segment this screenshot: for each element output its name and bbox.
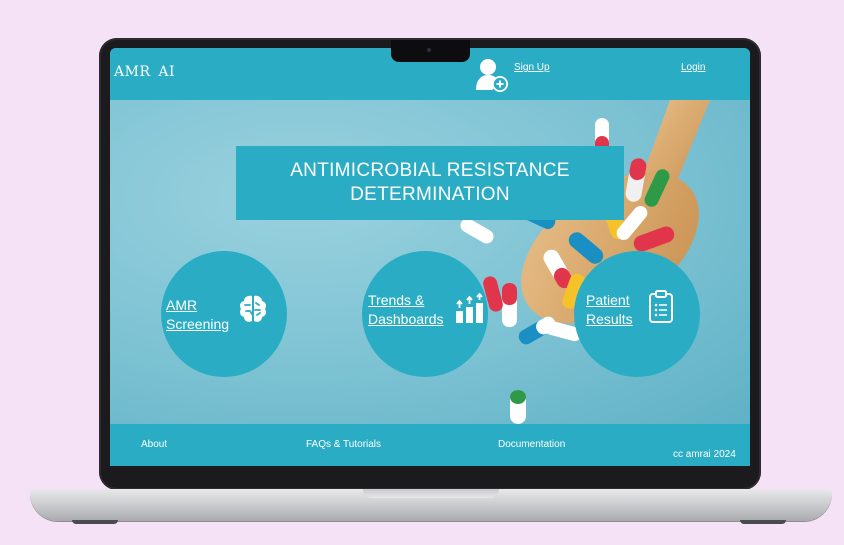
amr-screening-button[interactable]: AMR Screening — [161, 251, 287, 377]
trends-dashboards-label[interactable]: Trends & Dashboards — [368, 291, 444, 329]
brain-icon — [240, 295, 266, 322]
camera-icon — [427, 48, 431, 52]
site-logo[interactable]: AMR AI — [114, 64, 175, 80]
login-link[interactable]: Login — [681, 62, 705, 73]
screen: AMR AI Sign Up Login ANTIMICROBIAL RESIS… — [110, 48, 750, 466]
camera-notch — [391, 40, 470, 62]
trends-dashboards-label-line1: Trends & — [368, 292, 425, 308]
patient-results-button[interactable]: Patient Results — [574, 251, 700, 377]
trends-dashboards-button[interactable]: Trends & Dashboards — [362, 251, 488, 377]
bar-chart-icon — [456, 293, 483, 323]
copyright-text: cc amrai 2024 — [673, 449, 736, 460]
amr-screening-label-line1: AMR — [166, 297, 198, 313]
patient-results-label[interactable]: Patient Results — [586, 291, 633, 329]
patient-results-label-line1: Patient — [586, 292, 630, 308]
documentation-link[interactable]: Documentation — [498, 439, 565, 450]
laptop-base-notch — [363, 489, 499, 498]
patient-results-label-line2: Results — [586, 311, 633, 327]
clipboard-icon — [649, 290, 673, 323]
site-footer: About FAQs & Tutorials Documentation cc … — [110, 424, 750, 466]
laptop-base — [30, 489, 832, 521]
laptop-foot-right — [740, 520, 786, 524]
trends-dashboards-label-line2: Dashboards — [368, 311, 444, 327]
page-title: ANTIMICROBIAL RESISTANCE DETERMINATION — [290, 160, 570, 205]
laptop-foot-left — [72, 520, 118, 524]
faqs-tutorials-link[interactable]: FAQs & Tutorials — [306, 439, 381, 450]
add-user-icon[interactable] — [472, 57, 510, 93]
signup-link[interactable]: Sign Up — [514, 62, 550, 73]
about-link[interactable]: About — [141, 439, 167, 450]
title-banner: ANTIMICROBIAL RESISTANCE DETERMINATION — [236, 146, 624, 220]
amr-screening-label-line2: Screening — [166, 316, 230, 332]
amr-screening-label[interactable]: AMR Screening — [166, 296, 229, 334]
